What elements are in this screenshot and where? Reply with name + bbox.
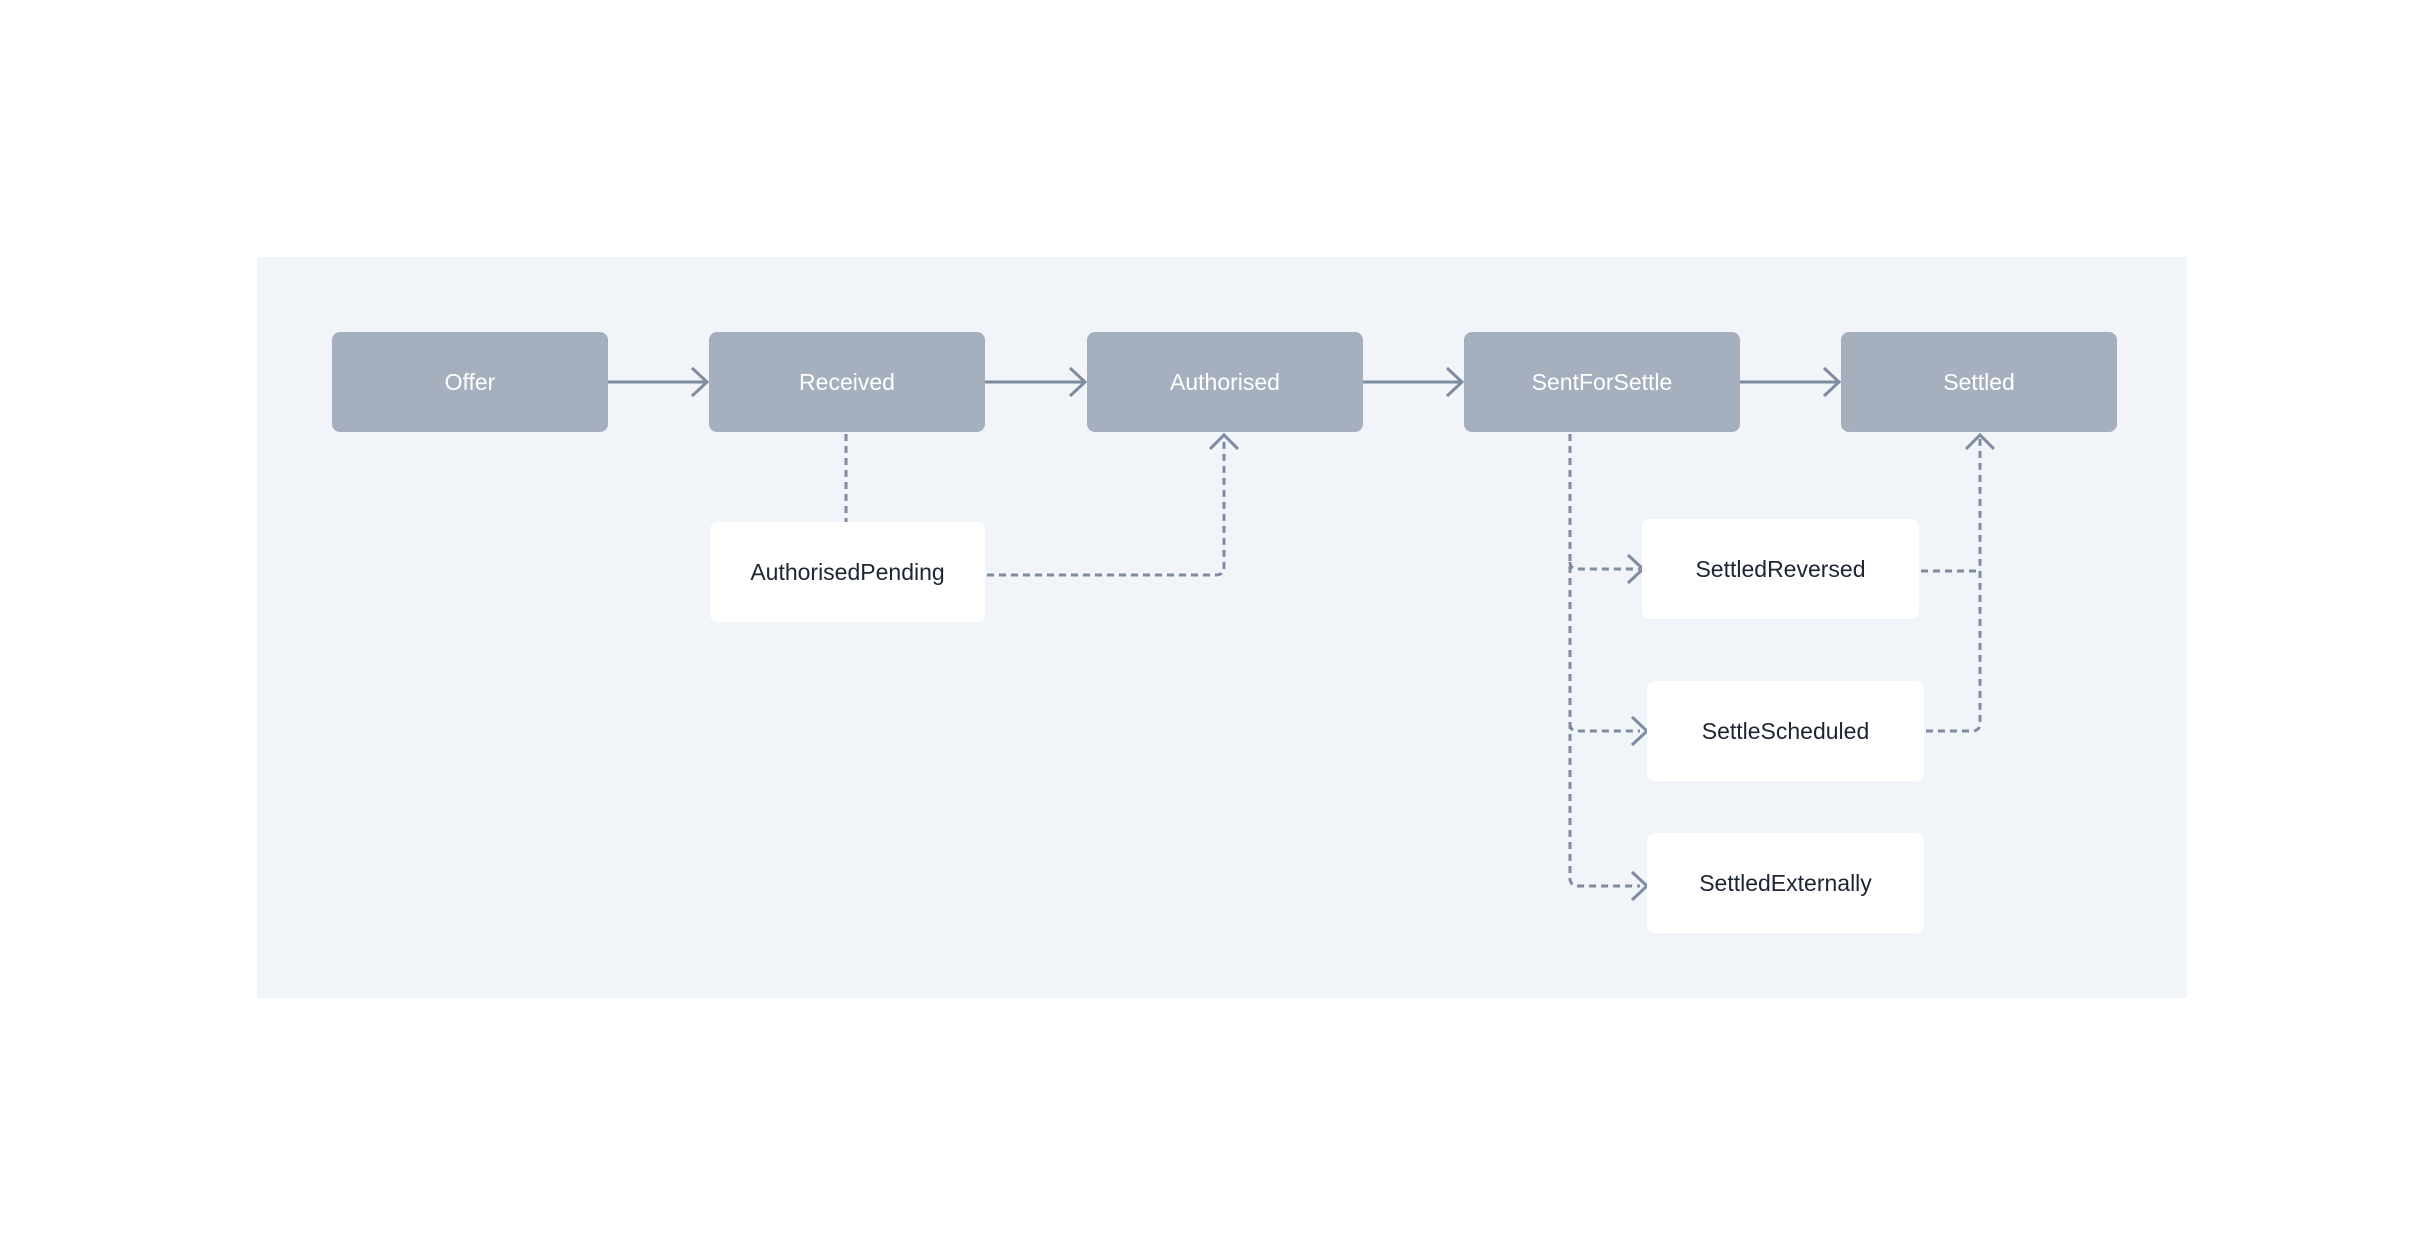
- node-label: SentForSettle: [1531, 368, 1673, 395]
- node-label: SettledReversed: [1695, 555, 1866, 582]
- dashed-edges: [844, 434, 1982, 888]
- node-label: SettledExternally: [1699, 869, 1872, 896]
- node-label: SettleScheduled: [1701, 717, 1870, 744]
- node-sent-for-settle[interactable]: SentForSettle: [1464, 332, 1740, 432]
- node-label: Offer: [444, 368, 496, 395]
- edge-authorisedpending-authorised: [987, 436, 1226, 577]
- edge-received-authorised: [985, 366, 1088, 398]
- edge-authorised-sentforsettle: [1363, 366, 1465, 398]
- node-settled[interactable]: Settled: [1841, 332, 2117, 432]
- edge-offer-received: [608, 366, 710, 398]
- node-settle-scheduled[interactable]: SettleScheduled: [1647, 681, 1924, 781]
- edges-layer: [608, 366, 1996, 902]
- edge-sentforsettle-children: [1568, 434, 1640, 888]
- node-label: Received: [799, 368, 895, 395]
- node-authorised[interactable]: Authorised: [1087, 332, 1363, 432]
- node-settled-reversed[interactable]: SettledReversed: [1642, 519, 1919, 619]
- node-label: Authorised: [1170, 368, 1280, 395]
- node-settled-externally[interactable]: SettledExternally: [1647, 833, 1924, 933]
- node-authorised-pending[interactable]: AuthorisedPending: [710, 522, 985, 622]
- edge-sentforsettle-settled: [1740, 366, 1842, 398]
- node-offer[interactable]: Offer: [332, 332, 608, 432]
- node-label: Settled: [1943, 368, 2015, 395]
- edge-sentforsettle-settledreversed: [1568, 561, 1640, 571]
- edge-sentforsettle-settlescheduled: [1568, 723, 1640, 733]
- edge-settlescheduled-settled: [1926, 436, 1982, 733]
- node-received[interactable]: Received: [709, 332, 985, 432]
- node-label: AuthorisedPending: [750, 558, 945, 585]
